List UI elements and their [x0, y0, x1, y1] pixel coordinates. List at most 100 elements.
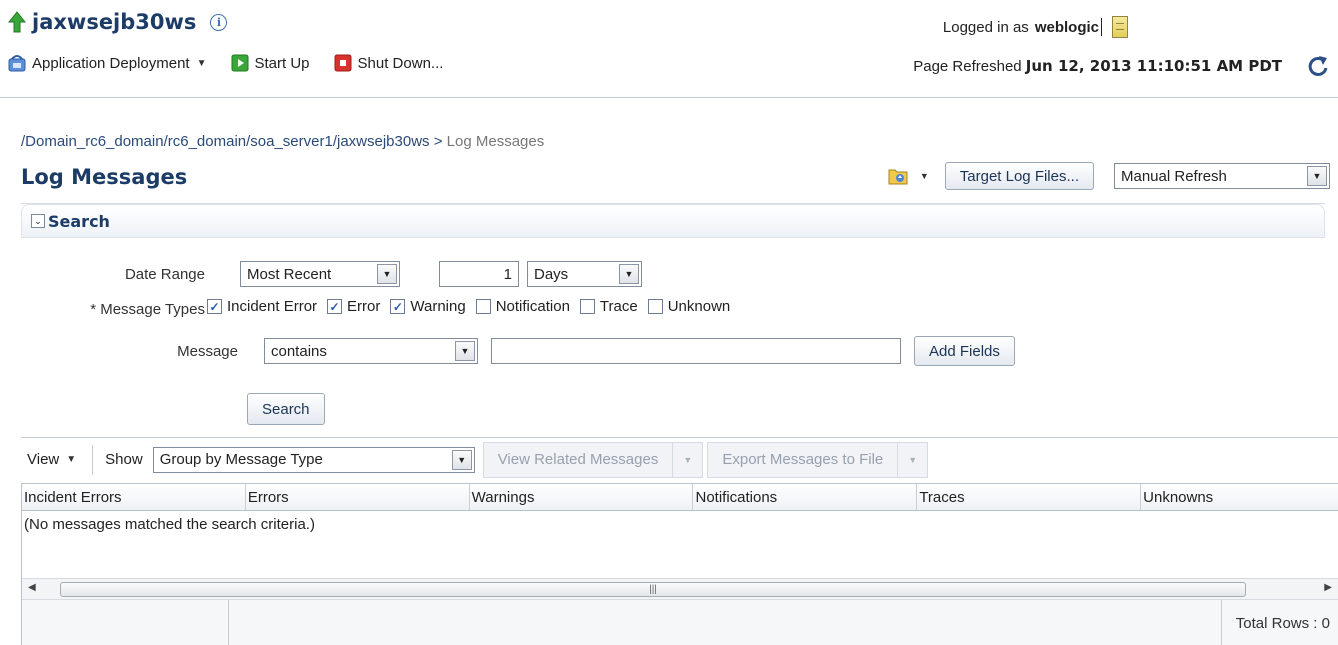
start-up-label: Start Up — [254, 54, 310, 72]
search-button[interactable]: Search — [247, 393, 325, 425]
type-notification[interactable]: Notification — [475, 298, 570, 315]
page-refreshed-time: Jun 12, 2013 11:10:51 AM PDT — [1025, 57, 1282, 75]
target-log-files-button[interactable]: Target Log Files... — [944, 162, 1094, 190]
type-warning[interactable]: ✓ Warning — [390, 298, 466, 315]
breadcrumb-separator: > — [433, 133, 443, 150]
date-count-input[interactable]: 1 — [439, 261, 519, 287]
chevron-down-icon: ▼ — [377, 264, 397, 284]
chevron-down-icon: ▼ — [619, 264, 639, 284]
message-label: Message — [177, 343, 238, 360]
date-unit-value: Days — [534, 265, 569, 283]
type-label: Incident Error — [227, 298, 318, 315]
chevron-down-icon: ▼ — [66, 454, 77, 465]
total-rows-label: Total Rows : — [1235, 614, 1318, 632]
search-heading: Search — [48, 211, 110, 231]
column-header[interactable]: Unknowns — [1141, 484, 1338, 510]
chevron-down-icon: ▼ — [455, 341, 475, 361]
page-header: jaxwsejb30ws i Application Deployment ▼ … — [0, 0, 1338, 98]
page-refreshed: Page Refreshed Jun 12, 2013 11:10:51 AM … — [913, 57, 1282, 75]
refresh-mode-select[interactable]: Manual Refresh ▼ — [1114, 163, 1330, 189]
column-header[interactable]: Notifications — [693, 484, 918, 510]
refresh-icon[interactable] — [1306, 54, 1330, 78]
group-by-select[interactable]: Group by Message Type ▼ — [152, 446, 475, 473]
breadcrumb-path[interactable]: /Domain_rc6_domain/rc6_domain/soa_server… — [21, 133, 430, 150]
page-toolbar: ▼ Target Log Files... Manual Refresh ▼ — [888, 162, 1330, 190]
up-arrow-icon — [8, 11, 26, 33]
type-error[interactable]: ✓ Error — [327, 298, 380, 315]
type-unknown[interactable]: Unknown — [647, 298, 731, 315]
message-text-input[interactable] — [491, 338, 901, 364]
info-icon[interactable]: i — [210, 13, 228, 31]
breadcrumb-current: Log Messages — [446, 133, 545, 150]
checkbox-icon[interactable]: ✓ — [207, 299, 222, 314]
refresh-mode-value: Manual Refresh — [1121, 167, 1227, 185]
checkbox-icon[interactable] — [647, 299, 663, 314]
message-types-label: * Message Types — [90, 301, 205, 318]
checkbox-icon[interactable] — [579, 299, 595, 314]
scroll-right-icon[interactable]: ▶ — [1324, 582, 1332, 593]
type-trace[interactable]: Trace — [579, 298, 638, 315]
breadcrumb: /Domain_rc6_domain/rc6_domain/soa_server… — [21, 133, 544, 150]
chevron-down-icon: ▼ — [196, 57, 207, 69]
message-operator-value: contains — [271, 342, 327, 360]
checkbox-icon[interactable] — [475, 299, 491, 314]
checkbox-icon[interactable]: ✓ — [390, 299, 406, 314]
type-label: Warning — [410, 298, 466, 315]
date-unit-select[interactable]: Days ▼ — [527, 261, 642, 287]
group-by-value: Group by Message Type — [159, 451, 323, 468]
app-title-row: jaxwsejb30ws i — [8, 10, 228, 34]
checkbox-icon[interactable]: ✓ — [327, 299, 343, 314]
user-name[interactable]: weblogic — [1035, 19, 1099, 36]
view-menu-label: View — [27, 451, 60, 468]
application-deployment-label: Application Deployment — [32, 54, 190, 72]
logged-in-label: Logged in as — [942, 18, 1029, 36]
date-range-select[interactable]: Most Recent ▼ — [240, 261, 400, 287]
type-incident-error[interactable]: ✓ Incident Error — [207, 298, 317, 315]
message-types-group: ✓ Incident Error ✓ Error ✓ Warning Notifica… — [207, 298, 740, 315]
total-rows-value: 0 — [1321, 614, 1330, 632]
message-operator-select[interactable]: contains ▼ — [264, 338, 478, 364]
scroll-thumb[interactable]: ||| — [60, 582, 1246, 597]
type-label: Error — [347, 298, 381, 315]
show-label: Show — [105, 451, 143, 468]
target-menu: Application Deployment ▼ Start Up Shut D… — [8, 54, 467, 72]
start-icon — [231, 54, 248, 72]
shut-down-button[interactable]: Shut Down... — [334, 54, 444, 72]
view-related-label: View Related Messages — [497, 451, 659, 468]
shut-down-label: Shut Down... — [357, 54, 444, 72]
chevron-down-icon: ▼ — [1307, 166, 1327, 186]
horizontal-scrollbar[interactable]: ◀ ||| ▶ — [22, 578, 1338, 600]
chevron-down-icon: ▼ — [451, 449, 472, 470]
app-title: jaxwsejb30ws — [32, 10, 197, 34]
disclosure-icon[interactable]: ⌄ — [31, 214, 45, 228]
table-header: Incident Errors Errors Warnings Notifica… — [22, 484, 1338, 511]
start-up-button[interactable]: Start Up — [231, 54, 310, 72]
results-toolbar: View ▼ Show Group by Message Type ▼ View… — [21, 437, 1338, 481]
table-footer: Total Rows : 0 — [22, 600, 1338, 645]
view-menu[interactable]: View ▼ — [21, 444, 94, 475]
folder-icon[interactable] — [888, 167, 908, 185]
column-header[interactable]: Traces — [917, 484, 1142, 510]
page-title: Log Messages — [21, 165, 188, 189]
log-icon[interactable] — [1112, 16, 1128, 38]
chevron-down-icon[interactable]: ▼ — [920, 171, 929, 181]
view-related-messages-button: View Related Messages ▼ — [482, 441, 704, 478]
search-panel: ⌄ Search — [21, 203, 1325, 435]
add-fields-button[interactable]: Add Fields — [914, 336, 1015, 366]
results-table: Incident Errors Errors Warnings Notifica… — [21, 483, 1338, 645]
export-label: Export Messages to File — [722, 451, 884, 468]
login-status: Logged in as weblogic — [943, 16, 1128, 38]
deployment-icon — [8, 55, 26, 72]
column-header[interactable]: Errors — [246, 484, 470, 510]
page-refreshed-label: Page Refreshed — [913, 58, 1022, 75]
column-header[interactable]: Warnings — [470, 484, 694, 510]
footer-blank — [22, 600, 229, 645]
text-cursor — [1101, 18, 1102, 36]
search-header[interactable]: ⌄ Search — [21, 204, 1325, 238]
column-header[interactable]: Incident Errors — [22, 484, 246, 510]
type-label: Unknown — [667, 298, 731, 315]
chevron-down-icon: ▼ — [672, 442, 702, 477]
stop-icon — [334, 54, 352, 72]
application-deployment-menu[interactable]: Application Deployment ▼ — [8, 54, 207, 72]
scroll-left-icon[interactable]: ◀ — [28, 582, 36, 593]
